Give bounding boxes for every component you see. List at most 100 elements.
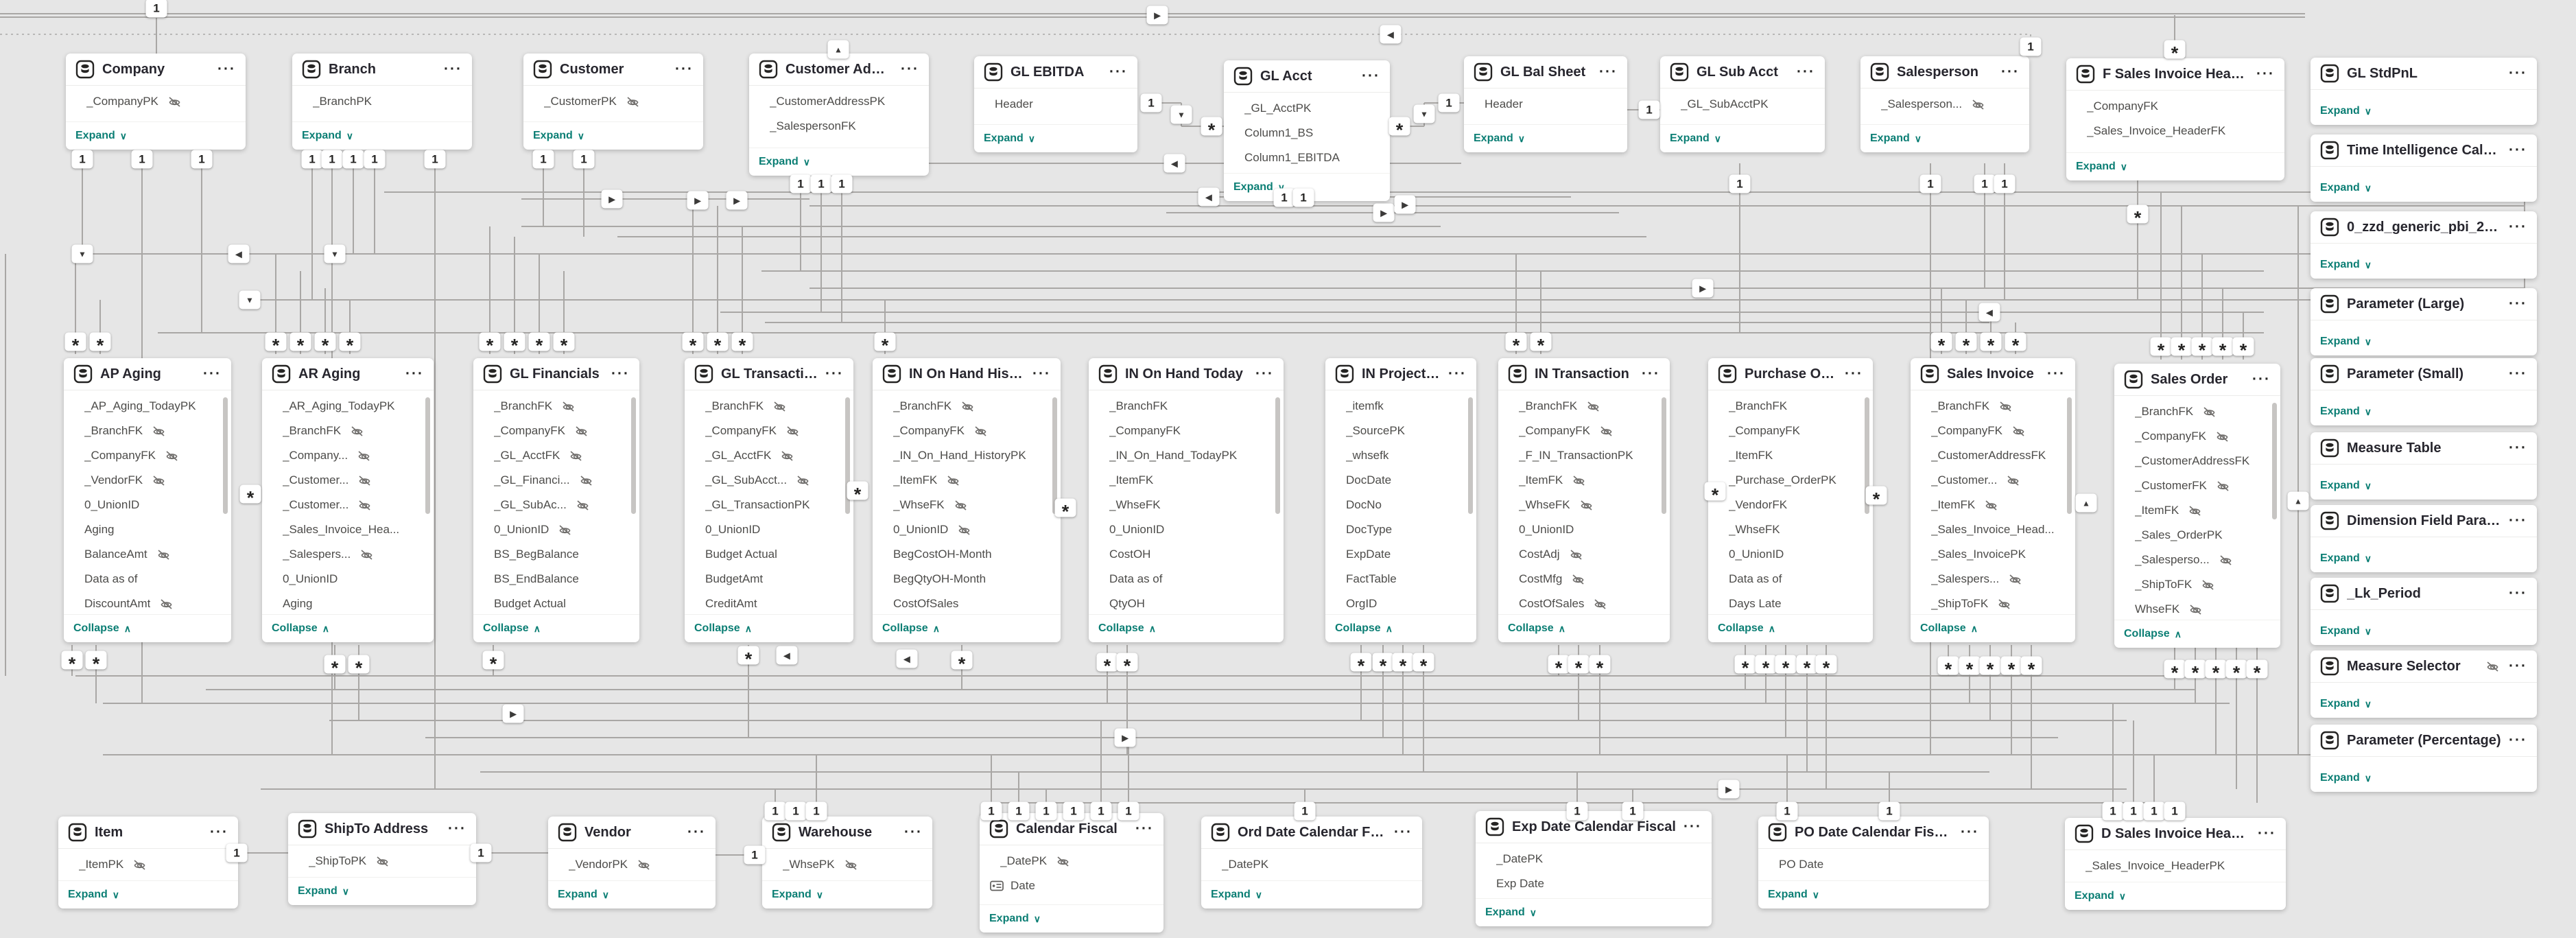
expand-toggle[interactable]: Expand∨ (749, 148, 929, 176)
field-row-costadj[interactable]: CostAdj (1498, 542, 1670, 567)
table-menu-button[interactable]: ··· (1642, 366, 1660, 382)
table-card-header[interactable]: IN Transaction··· (1498, 358, 1670, 390)
field-row-branchfk[interactable]: _BranchFK (1708, 394, 1873, 419)
field-row-company[interactable]: _Company... (262, 443, 434, 468)
expand-toggle[interactable]: Expand∨ (1860, 125, 2029, 152)
field-row-po-date[interactable]: PO Date (1758, 852, 1989, 877)
field-row-0-unionid[interactable]: 0_UnionID (685, 517, 853, 542)
field-row-sales-invoicepk[interactable]: _Sales_InvoicePK (1911, 542, 2075, 567)
field-row-salesperso[interactable]: _Salesperso... (2114, 548, 2280, 572)
field-row-0-unionid[interactable]: 0_UnionID (473, 517, 639, 542)
table-menu-button[interactable]: ··· (2256, 66, 2275, 82)
expand-toggle[interactable]: Expand∨ (1758, 881, 1989, 908)
field-row-branchfk[interactable]: _BranchFK (1498, 394, 1670, 419)
table-card-header[interactable]: GL EBITDA··· (974, 56, 1137, 89)
table-menu-button[interactable]: ··· (1845, 366, 1863, 382)
expand-toggle[interactable]: Expand∨ (2311, 251, 2537, 279)
table-card-header[interactable]: Item··· (58, 817, 238, 849)
field-row-companypk[interactable]: _CompanyPK (66, 89, 246, 114)
table-menu-button[interactable]: ··· (203, 366, 222, 382)
table-card-ap-aging[interactable]: AP Aging···_AP_Aging_TodayPK_BranchFK_Co… (64, 358, 231, 642)
field-row-0-unionid[interactable]: 0_UnionID (1708, 542, 1873, 567)
table-card-header[interactable]: GL Sub Acct··· (1660, 56, 1825, 89)
collapse-toggle[interactable]: Collapse∧ (262, 615, 434, 642)
table-card-parameter-percentage[interactable]: Parameter (Percentage)···Expand∨ (2311, 725, 2537, 792)
table-card-header[interactable]: Parameter (Large)··· (2311, 288, 2537, 320)
expand-toggle[interactable]: Expand∨ (762, 881, 932, 908)
field-row-companyfk[interactable]: _CompanyFK (2114, 424, 2280, 449)
table-menu-button[interactable]: ··· (2509, 440, 2527, 456)
field-row-companyfk[interactable]: _CompanyFK (2066, 94, 2284, 119)
field-row-vendorfk[interactable]: _VendorFK (64, 468, 231, 493)
table-card-header[interactable]: Exp Date Calendar Fiscal··· (1476, 811, 1712, 843)
field-row-companyfk[interactable]: _CompanyFK (873, 419, 1061, 443)
table-card-measure-selector[interactable]: Measure Selector···Expand∨ (2311, 650, 2537, 718)
field-row-companyfk[interactable]: _CompanyFK (1708, 419, 1873, 443)
table-menu-button[interactable]: ··· (1599, 64, 1618, 80)
field-row-whsefk[interactable]: _whsefk (1325, 443, 1476, 468)
field-scrollbar[interactable] (1662, 397, 1666, 514)
field-row-sales-orderpk[interactable]: _Sales_OrderPK (2114, 523, 2280, 548)
table-menu-button[interactable]: ··· (1255, 366, 1274, 382)
table-card-header[interactable]: GL Financials··· (473, 358, 639, 390)
field-row-creditamt[interactable]: CreditAmt (685, 591, 853, 615)
field-row-exp-date[interactable]: Exp Date (1476, 871, 1712, 896)
table-card-measure-table[interactable]: Measure Table···Expand∨ (2311, 432, 2537, 500)
collapse-toggle[interactable]: Collapse∧ (2114, 620, 2280, 648)
table-card-purchase-order[interactable]: Purchase Order···_BranchFK_CompanyFK_Ite… (1708, 358, 1873, 642)
table-menu-button[interactable]: ··· (2509, 65, 2527, 82)
table-card-header[interactable]: AR Aging··· (262, 358, 434, 390)
field-row-in-on-hand-todaypk[interactable]: _IN_On_Hand_TodayPK (1089, 443, 1284, 468)
field-row-vendorpk[interactable]: _VendorPK (548, 852, 716, 877)
table-card-gl-financials[interactable]: GL Financials···_BranchFK_CompanyFK_GL_A… (473, 358, 639, 642)
table-menu-button[interactable]: ··· (1109, 64, 1128, 80)
table-card-in-transaction[interactable]: IN Transaction···_BranchFK_CompanyFK_F_I… (1498, 358, 1670, 642)
table-menu-button[interactable]: ··· (1135, 821, 1154, 837)
field-scrollbar[interactable] (1468, 397, 1473, 514)
field-row-header[interactable]: Header (974, 92, 1137, 117)
table-card-exp-date-calendar-fiscal[interactable]: Exp Date Calendar Fiscal···_DatePKExp Da… (1476, 811, 1712, 926)
field-row-customer[interactable]: _Customer... (262, 468, 434, 493)
table-menu-button[interactable]: ··· (2252, 371, 2271, 388)
table-card-header[interactable]: Measure Selector··· (2311, 650, 2537, 683)
field-row-gl-subacctpk[interactable]: _GL_SubAcctPK (1660, 92, 1825, 117)
table-card-header[interactable]: Branch··· (292, 54, 472, 86)
field-row-salespersonfk[interactable]: _SalespersonFK (749, 114, 929, 139)
collapse-toggle[interactable]: Collapse∧ (1911, 615, 2075, 642)
field-row-costoh[interactable]: CostOH (1089, 542, 1284, 567)
field-row-aging[interactable]: Aging (64, 517, 231, 542)
field-row-docno[interactable]: DocNo (1325, 493, 1476, 517)
field-row-orgid[interactable]: OrgID (1325, 591, 1476, 615)
expand-toggle[interactable]: Expand∨ (2311, 472, 2537, 500)
field-row-discountamt[interactable]: DiscountAmt (64, 591, 231, 615)
expand-toggle[interactable]: Expand∨ (2311, 618, 2537, 645)
collapse-toggle[interactable]: Collapse∧ (1325, 615, 1476, 642)
table-menu-button[interactable]: ··· (2258, 825, 2276, 842)
collapse-toggle[interactable]: Collapse∧ (685, 615, 853, 642)
table-card-header[interactable]: GL Transaction··· (685, 358, 853, 390)
field-row-shiptofk[interactable]: _ShipToFK (1911, 591, 2075, 615)
field-row-whsefk[interactable]: _WhseFK (1498, 493, 1670, 517)
field-row-bs-begbalance[interactable]: BS_BegBalance (473, 542, 639, 567)
table-menu-button[interactable]: ··· (1961, 824, 1979, 841)
table-card-company[interactable]: Company···_CompanyPKExpand∨ (66, 54, 246, 150)
table-card-0-zzd-generic-pbi-2407[interactable]: 0_zzd_generic_pbi_2407···Expand∨ (2311, 211, 2537, 279)
expand-toggle[interactable]: Expand∨ (2311, 174, 2537, 202)
field-row-aging[interactable]: Aging (262, 591, 434, 615)
expand-toggle[interactable]: Expand∨ (980, 905, 1163, 933)
table-menu-button[interactable]: ··· (210, 824, 228, 841)
table-menu-button[interactable]: ··· (2509, 513, 2527, 529)
field-row-customer[interactable]: _Customer... (1911, 468, 2075, 493)
table-card-dimension-field-param[interactable]: Dimension Field Param...···Expand∨ (2311, 505, 2537, 572)
table-card-item[interactable]: Item···_ItemPKExpand∨ (58, 817, 238, 908)
field-row-docdate[interactable]: DocDate (1325, 468, 1476, 493)
field-row-gl-acctfk[interactable]: _GL_AcctFK (473, 443, 639, 468)
field-row-ap-aging-todaypk[interactable]: _AP_Aging_TodayPK (64, 394, 231, 419)
table-card-ord-date-calendar-fis[interactable]: Ord Date Calendar Fis...···_DatePKExpand… (1201, 817, 1422, 908)
field-row-itemfk[interactable]: _ItemFK (2114, 498, 2280, 523)
field-scrollbar[interactable] (223, 397, 228, 514)
table-menu-button[interactable]: ··· (611, 366, 630, 382)
field-scrollbar[interactable] (1052, 397, 1057, 514)
field-row-itemfk[interactable]: _ItemFK (873, 468, 1061, 493)
field-row-branchfk[interactable]: _BranchFK (1089, 394, 1284, 419)
